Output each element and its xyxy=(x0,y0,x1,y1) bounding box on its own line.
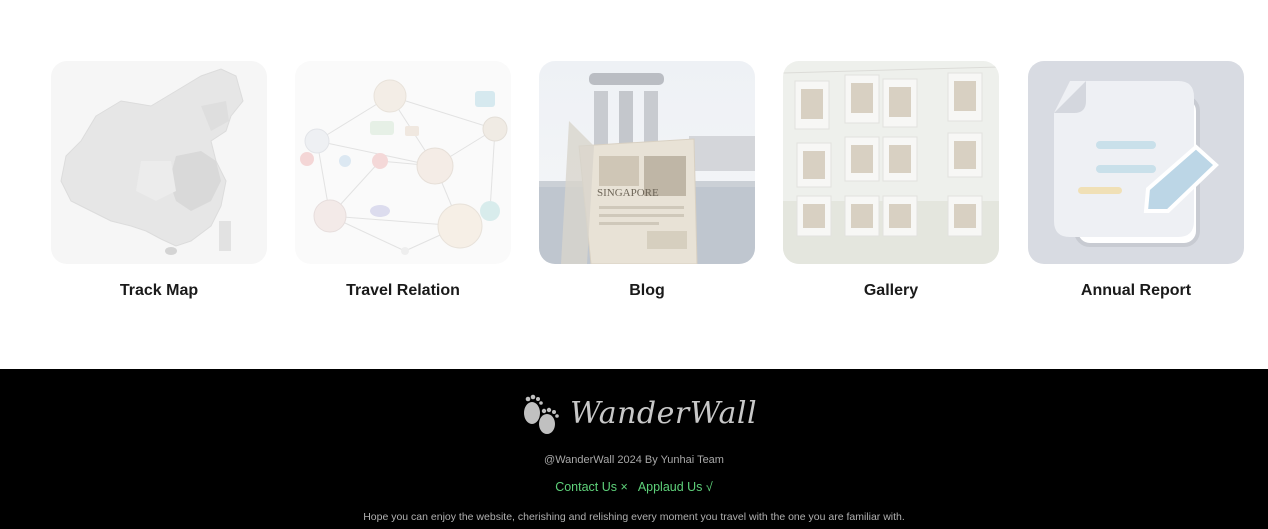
blog-image[interactable]: SINGAPORE xyxy=(539,61,755,264)
footer: WanderWall @WanderWall 2024 By Yunhai Te… xyxy=(0,369,1268,529)
footer-brand[interactable]: WanderWall xyxy=(520,389,757,437)
card-annual-report[interactable]: Annual Report xyxy=(1028,61,1244,300)
track-map-image[interactable] xyxy=(51,61,267,264)
footer-tagline: Hope you can enjoy the website, cherishi… xyxy=(363,511,905,523)
brand-name: WanderWall xyxy=(570,395,758,431)
footer-copyright: @WanderWall 2024 By Yunhai Team xyxy=(544,454,724,466)
gallery-image[interactable] xyxy=(783,61,999,264)
card-label-travel-relation: Travel Relation xyxy=(346,282,460,299)
document-edit-icon xyxy=(1028,61,1244,264)
footer-links: Contact Us × Applaud Us √ xyxy=(0,480,1268,494)
singapore-blog-photo: SINGAPORE xyxy=(539,61,755,264)
card-label-blog: Blog xyxy=(629,282,665,299)
card-label-gallery: Gallery xyxy=(863,282,919,299)
applaud-us-link[interactable]: Applaud Us √ xyxy=(638,480,713,494)
card-track-map[interactable]: Track Map xyxy=(51,61,267,300)
card-blog[interactable]: SINGAPORE Blog xyxy=(539,61,755,300)
svg-text:SINGAPORE: SINGAPORE xyxy=(597,187,659,199)
card-label-annual-report: Annual Report xyxy=(1080,282,1192,299)
annual-report-image[interactable] xyxy=(1028,61,1244,264)
social-network-illustration xyxy=(295,61,511,264)
photo-wall-gallery xyxy=(783,61,999,264)
card-travel-relation[interactable]: Travel Relation xyxy=(295,61,511,300)
contact-us-link[interactable]: Contact Us × xyxy=(555,480,628,494)
travel-relation-image[interactable] xyxy=(295,61,511,264)
card-label-track-map: Track Map xyxy=(119,282,199,299)
card-gallery[interactable]: Gallery xyxy=(783,61,999,300)
feature-cards-section: Track Map Travel Relation SINGAPORE Blog… xyxy=(0,0,1268,369)
footprints-icon xyxy=(524,394,559,434)
china-map-illustration xyxy=(51,61,267,264)
